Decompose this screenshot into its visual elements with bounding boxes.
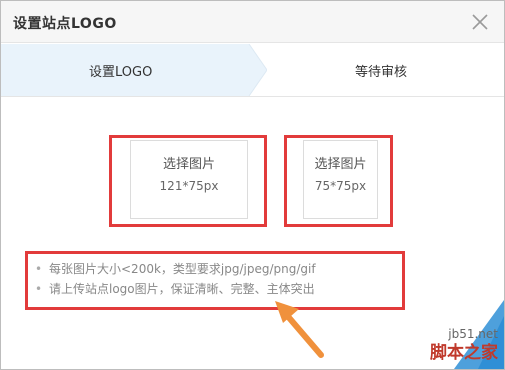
watermark-triangle-icon xyxy=(374,294,504,369)
upload-size: 75*75px xyxy=(314,179,367,193)
upload-label: 选择图片 xyxy=(314,157,367,172)
close-icon[interactable] xyxy=(470,12,490,32)
watermark-site: jb51.net xyxy=(448,327,498,341)
hint-item: • 请上传站点logo图片，保证清晰、完整、主体突出 xyxy=(35,282,315,296)
upload-hints: • 每张图片大小<200k，类型要求jpg/jpeg/png/gif • 请上传站点… xyxy=(35,259,316,299)
hint-text: 请上传站点logo图片，保证清晰、完整、主体突出 xyxy=(49,282,315,296)
steps-divider xyxy=(1,96,504,97)
dialog-title: 设置站点LOGO xyxy=(13,16,117,32)
set-logo-dialog: 设置站点LOGO 设置LOGO 等待审核 选择图片 121*75px 选择图片 … xyxy=(0,0,505,370)
upload-square-logo-button[interactable]: 选择图片 75*75px xyxy=(303,140,378,219)
upload-large-logo-button[interactable]: 选择图片 121*75px xyxy=(130,140,248,219)
step-await-review: 等待审核 xyxy=(355,65,408,80)
annotation-arrow-icon xyxy=(275,301,324,358)
dialog-header: 设置站点LOGO xyxy=(1,1,504,43)
step-set-logo: 设置LOGO xyxy=(89,65,153,80)
upload-size: 121*75px xyxy=(159,179,219,193)
site-watermark: jb51.net 脚本之家 xyxy=(374,294,504,369)
step-progress: 设置LOGO 等待审核 xyxy=(1,44,504,96)
upload-label: 选择图片 xyxy=(162,157,215,172)
hint-text: 每张图片大小<200k，类型要求jpg/jpeg/png/gif xyxy=(49,262,316,276)
hint-item: • 每张图片大小<200k，类型要求jpg/jpeg/png/gif xyxy=(35,262,316,276)
watermark-name: 脚本之家 xyxy=(430,343,498,363)
